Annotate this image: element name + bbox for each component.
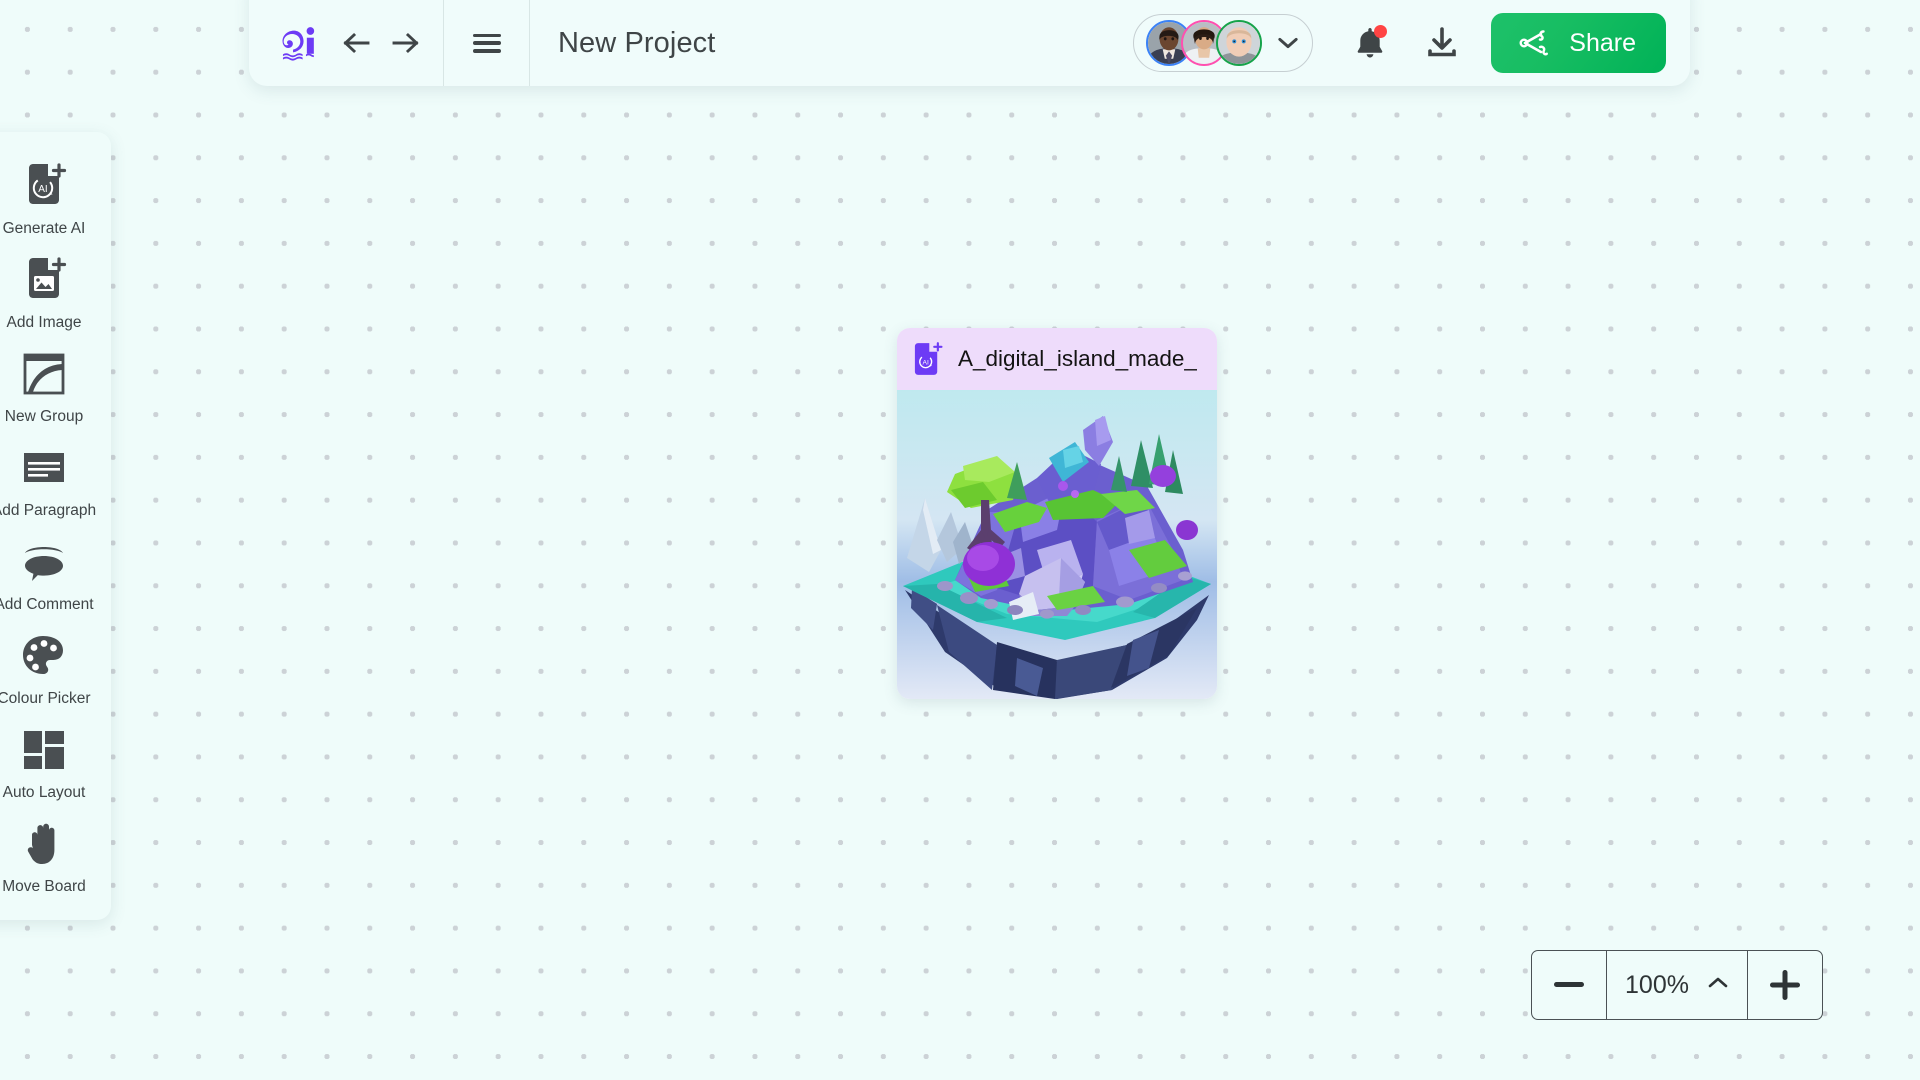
card-image [897, 390, 1217, 699]
sidebar-item-auto-layout[interactable]: Auto Layout [0, 714, 90, 808]
share-icon [1519, 30, 1549, 56]
colour-picker-icon [18, 630, 70, 682]
sidebar-item-label: Colour Picker [0, 690, 91, 707]
sidebar-item-move-board[interactable]: Move Board [0, 808, 90, 902]
new-group-icon [18, 348, 70, 400]
add-paragraph-icon [18, 442, 70, 494]
zoom-level-selector[interactable]: 100% [1607, 951, 1747, 1019]
card-header: AI A_digital_island_made_ [897, 328, 1217, 390]
download-button[interactable] [1419, 20, 1465, 66]
auto-layout-icon [18, 724, 70, 776]
sidebar-item-label: Auto Layout [2, 784, 86, 801]
hamburger-icon [472, 33, 501, 53]
canvas-image-card[interactable]: AI A_digital_island_made_ [897, 328, 1217, 699]
svg-text:AI: AI [38, 184, 47, 195]
chevron-up-icon [1707, 976, 1729, 994]
chevron-down-icon [1278, 33, 1298, 53]
sidebar-item-label: Add Image [6, 314, 82, 331]
notifications-button[interactable] [1347, 20, 1393, 66]
main-menu-button[interactable] [444, 0, 530, 86]
undo-button[interactable] [341, 28, 371, 58]
sidebar-item-new-group[interactable]: New Group [0, 338, 90, 432]
avatar-stack [1146, 20, 1263, 66]
zoom-level-value: 100% [1625, 970, 1689, 999]
tools-sidebar: AI Generate AI Add Image New Group Add P… [0, 132, 111, 920]
sidebar-item-label: Generate AI [2, 220, 86, 237]
sidebar-item-add-paragraph[interactable]: Add Paragraph [0, 432, 96, 526]
sidebar-item-label: Move Board [2, 878, 86, 895]
sidebar-item-label: Add Paragraph [0, 502, 97, 519]
move-board-icon [18, 818, 70, 870]
top-toolbar: New Project Share [249, 0, 1690, 86]
sidebar-item-add-image[interactable]: Add Image [0, 244, 90, 338]
collaborators-chip[interactable] [1133, 14, 1314, 72]
download-icon [1428, 27, 1457, 57]
app-root: New Project Share AI Generate AI Add Ima… [0, 0, 1920, 1080]
toolbar-left-group [249, 0, 444, 86]
sidebar-item-generate-ai[interactable]: AI Generate AI [0, 150, 90, 244]
zoom-control: 100% [1531, 950, 1823, 1020]
share-button[interactable]: Share [1491, 13, 1666, 73]
generate-ai-icon: AI [911, 341, 944, 377]
sidebar-item-label: New Group [4, 408, 84, 425]
zoom-in-button[interactable] [1747, 951, 1822, 1019]
svg-text:AI: AI [923, 359, 929, 366]
add-comment-icon [18, 536, 70, 588]
share-label: Share [1569, 28, 1636, 57]
sidebar-item-add-comment[interactable]: Add Comment [0, 526, 94, 620]
card-title: A_digital_island_made_ [958, 346, 1197, 371]
redo-button[interactable] [391, 28, 421, 58]
sidebar-item-colour-picker[interactable]: Colour Picker [0, 620, 91, 714]
generate-ai-icon: AI [18, 160, 70, 212]
page-title[interactable]: New Project [530, 27, 715, 60]
history-nav [341, 28, 421, 58]
ai-logo-icon[interactable] [275, 20, 321, 66]
zoom-out-button[interactable] [1532, 951, 1607, 1019]
avatar[interactable] [1216, 20, 1263, 66]
add-image-icon [18, 254, 70, 306]
sidebar-item-label: Add Comment [0, 596, 94, 613]
